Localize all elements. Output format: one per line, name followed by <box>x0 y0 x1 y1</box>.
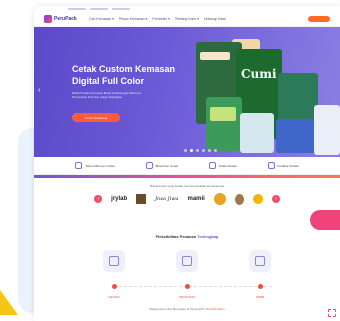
feature-item: Kualitas Terbaik <box>267 162 299 169</box>
chevron-left-icon[interactable]: ‹ <box>94 195 103 203</box>
hero-banner: ‹ Cetak Custom Kemasan Digital Full Colo… <box>34 27 340 157</box>
step-dot <box>258 284 263 289</box>
decorative-yellow-triangle <box>0 290 18 315</box>
nav-item-pesan[interactable]: Pesan Kemasan ▾ <box>119 17 147 21</box>
nav-item-tentang[interactable]: Tentang Kami ▾ <box>175 17 199 21</box>
step-label: DESAIN <box>108 295 120 299</box>
step-label: PRODUKSI <box>179 295 195 299</box>
order-guide-note: Bagaimana Cara Memesan di Perupack? Liha… <box>34 307 340 311</box>
carousel-prev-icon[interactable]: ‹ <box>38 87 40 94</box>
order-guide-link[interactable]: Lihat Panduan <box>205 307 224 311</box>
logo[interactable]: PeruPack <box>44 14 84 23</box>
chevron-right-icon[interactable]: › <box>271 195 280 203</box>
product-pouch-image <box>240 113 274 153</box>
carousel-dot[interactable] <box>196 149 199 152</box>
production-icon <box>176 250 198 272</box>
carousel-dot[interactable] <box>202 149 205 152</box>
expand-icon[interactable] <box>328 309 336 317</box>
shield-icon <box>267 162 275 169</box>
product-pouch-image <box>314 105 340 155</box>
brand-logo-mamii: mamii <box>187 196 205 202</box>
section-title-highlight: Terlengkap <box>197 234 219 239</box>
logo-icon <box>44 14 52 23</box>
carousel-dots <box>184 149 217 152</box>
navbar: PeruPack Cari Kemasan ▾ Pesan Kemasan ▾ … <box>34 11 340 27</box>
carousel-dot[interactable] <box>208 149 211 152</box>
feature-label: Gratis Desain <box>218 163 237 168</box>
brand-logo-jrylab: jrylab <box>111 196 128 202</box>
feature-label: Tanpa Minimum Order <box>85 163 116 168</box>
carousel-dot-active[interactable] <box>190 149 193 152</box>
feature-item: Gratis Desain <box>208 162 237 169</box>
website-mockup: PeruPack Cari Kemasan ▾ Pesan Kemasan ▾ … <box>34 6 340 321</box>
feature-label: Bisa Kirim Cepat <box>155 163 179 168</box>
hero-title-line1: Cetak Custom Kemasan <box>72 64 176 74</box>
step-connector <box>114 286 272 287</box>
decorative-pink-shape <box>310 210 340 230</box>
truck-icon <box>145 162 153 169</box>
step-dot <box>112 284 117 289</box>
nav-item-hubungi[interactable]: Hubungi Kami <box>204 17 226 21</box>
step-dot <box>185 284 190 289</box>
brand-logo-script: Jiwa Jiwa <box>155 196 179 202</box>
delivery-icon <box>249 250 271 272</box>
brand-logo <box>213 193 226 205</box>
hero-title: Cetak Custom Kemasan Digital Full Color <box>72 63 192 87</box>
hero-cta-button[interactable]: Pesan Sekarang <box>72 113 120 122</box>
hero-title-line2: Digital Full Color <box>72 76 144 86</box>
feature-label: Kualitas Terbaik <box>277 163 299 168</box>
feature-strip: Tanpa Minimum Order Bisa Kirim Cepat Gra… <box>34 157 340 175</box>
nav-cta-button[interactable] <box>308 15 330 22</box>
carousel-dot[interactable] <box>214 149 217 152</box>
feature-item: Bisa Kirim Cepat <box>145 162 179 169</box>
brand-logo <box>252 194 263 204</box>
product-pouch-image <box>206 97 242 151</box>
box-icon <box>75 162 83 169</box>
hero-description: Mulai Produksi Kemasan Brand Anda Dengan… <box>72 91 142 99</box>
gradient-divider <box>34 175 340 178</box>
design-icon <box>103 250 125 272</box>
pen-icon <box>208 162 216 169</box>
carousel-dot[interactable] <box>184 149 187 152</box>
section-title-text: Fleksibilitas Pesanan <box>155 234 197 239</box>
feature-item: Tanpa Minimum Order <box>75 162 115 169</box>
section-title: Fleksibilitas Pesanan Terlengkap <box>34 234 340 239</box>
nav-item-portofolio[interactable]: Portofolio ▾ <box>152 17 170 21</box>
step-label: KIRIM <box>255 295 265 299</box>
client-logos: ‹ jrylab Jiwa Jiwa mamii › <box>34 188 340 210</box>
brand-logo <box>136 194 147 204</box>
pouch-label: Cumi <box>241 67 277 81</box>
nav-item-cari[interactable]: Cari Kemasan ▾ <box>89 17 114 21</box>
logo-text: PeruPack <box>54 15 77 22</box>
order-guide-text: Bagaimana Cara Memesan di Perupack? <box>149 307 205 311</box>
brand-logo <box>234 193 244 205</box>
